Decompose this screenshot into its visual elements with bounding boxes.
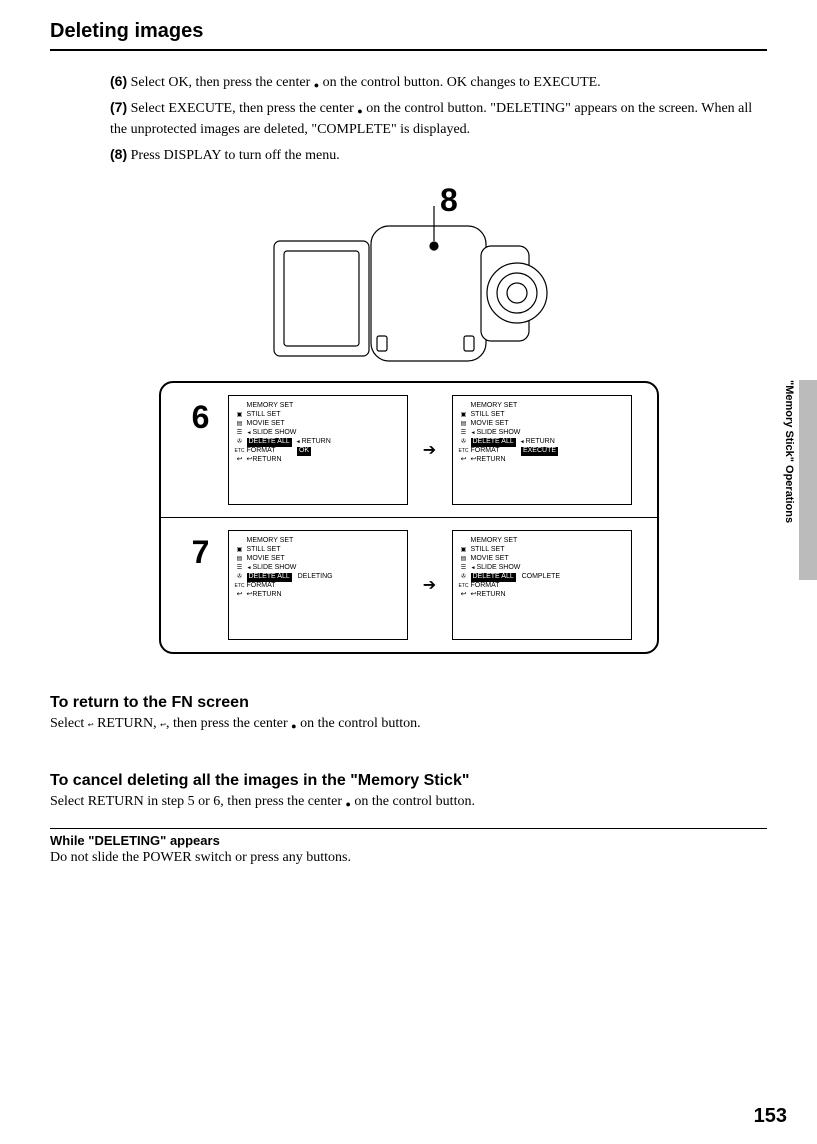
subheading-cancel: To cancel deleting all the images in the…: [50, 772, 767, 790]
menu-item: FORMAT: [247, 447, 276, 455]
step-6-text-a: Select OK, then press the center: [131, 75, 314, 90]
row-7-num: 7: [186, 534, 216, 571]
side-label: "Memory Stick" Operations: [783, 380, 795, 580]
menu-item: MOVIE SET: [247, 555, 285, 563]
step-6-text-b: on the control button. OK changes to EXE…: [319, 75, 601, 90]
step-7-text-a: Select EXECUTE, then press the center: [131, 101, 358, 116]
menu-item: FORMAT: [247, 582, 276, 590]
step-7-num: (7): [110, 99, 127, 115]
menu-title: MEMORY SET: [247, 537, 294, 545]
menu-item: RETURN: [471, 591, 506, 599]
menu-right-selected: EXECUTE: [521, 447, 558, 455]
menu-title: MEMORY SET: [471, 537, 518, 545]
lcd-6-right: MEMORY SET ▣STILL SET ▤MOVIE SET ☰SLIDE …: [452, 395, 632, 505]
divider: [50, 828, 767, 829]
text: , then press the center: [166, 716, 291, 731]
step-8-text: Press DISPLAY to turn off the menu.: [131, 148, 340, 163]
menu-item-selected: DELETE ALL: [247, 573, 292, 581]
menu-item: STILL SET: [247, 411, 281, 419]
screen-box: 6 MEMORY SET ▣STILL SET ▤MOVIE SET ☰SLID…: [159, 381, 659, 654]
subheading-return-fn: To return to the FN screen: [50, 694, 767, 712]
menu-item-selected: DELETE ALL: [471, 438, 516, 446]
menu-right: RETURN: [520, 438, 555, 446]
menu-right: RETURN: [296, 438, 331, 446]
text: on the control button.: [297, 716, 421, 731]
screen-row-7: 7 MEMORY SET ▣STILL SET ▤MOVIE SET ☰SLID…: [161, 517, 657, 652]
camcorder-illustration: [259, 186, 559, 386]
lcd-7-right: MEMORY SET ▣STILL SET ▤MOVIE SET ☰SLIDE …: [452, 530, 632, 640]
menu-item: STILL SET: [471, 546, 505, 554]
screen-row-6: 6 MEMORY SET ▣STILL SET ▤MOVIE SET ☰SLID…: [161, 383, 657, 517]
text: Select: [50, 716, 88, 731]
menu-item: FORMAT: [471, 582, 500, 590]
figure: 8: [50, 186, 767, 654]
menu-item: FORMAT: [471, 447, 500, 455]
page-title: Deleting images: [50, 20, 767, 51]
menu-item: RETURN: [247, 456, 282, 464]
lcd-7-left: MEMORY SET ▣STILL SET ▤MOVIE SET ☰SLIDE …: [228, 530, 408, 640]
menu-item: MOVIE SET: [471, 420, 509, 428]
subtext-cancel: Select RETURN in step 5 or 6, then press…: [50, 794, 767, 810]
menu-item-selected: DELETE ALL: [471, 573, 516, 581]
text: RETURN,: [94, 716, 161, 731]
menu-item: SLIDE SHOW: [471, 564, 521, 572]
page-number: 153: [754, 1105, 787, 1128]
text: on the control button.: [351, 794, 475, 809]
menu-item: SLIDE SHOW: [247, 564, 297, 572]
menu-title: MEMORY SET: [471, 402, 518, 410]
menu-item: RETURN: [471, 456, 506, 464]
menu-item-selected: DELETE ALL: [247, 438, 292, 446]
menu-item: SLIDE SHOW: [471, 429, 521, 437]
note-text: Do not slide the POWER switch or press a…: [50, 850, 767, 866]
menu-item: SLIDE SHOW: [247, 429, 297, 437]
instruction-list: (6) Select OK, then press the center on …: [110, 71, 767, 166]
subtext-return-fn: Select RETURN, , then press the center o…: [50, 716, 767, 732]
arrow-icon: ➔: [420, 440, 440, 460]
side-tab: [799, 380, 817, 580]
menu-title: MEMORY SET: [247, 402, 294, 410]
text: Select RETURN in step 5 or 6, then press…: [50, 794, 345, 809]
step-8-num: (8): [110, 146, 127, 162]
step-6-num: (6): [110, 73, 127, 89]
callout-8: 8: [440, 182, 458, 219]
lcd-6-left: MEMORY SET ▣STILL SET ▤MOVIE SET ☰SLIDE …: [228, 395, 408, 505]
menu-item: STILL SET: [471, 411, 505, 419]
row-6-num: 6: [186, 399, 216, 436]
note-heading: While "DELETING" appears: [50, 833, 767, 848]
arrow-icon: ➔: [420, 575, 440, 595]
menu-item: MOVIE SET: [471, 555, 509, 563]
menu-item: STILL SET: [247, 546, 281, 554]
menu-item: MOVIE SET: [247, 420, 285, 428]
menu-right-selected: OK: [297, 447, 311, 455]
status-label: COMPLETE: [522, 573, 561, 581]
status-label: DELETING: [298, 573, 333, 581]
menu-item: RETURN: [247, 591, 282, 599]
